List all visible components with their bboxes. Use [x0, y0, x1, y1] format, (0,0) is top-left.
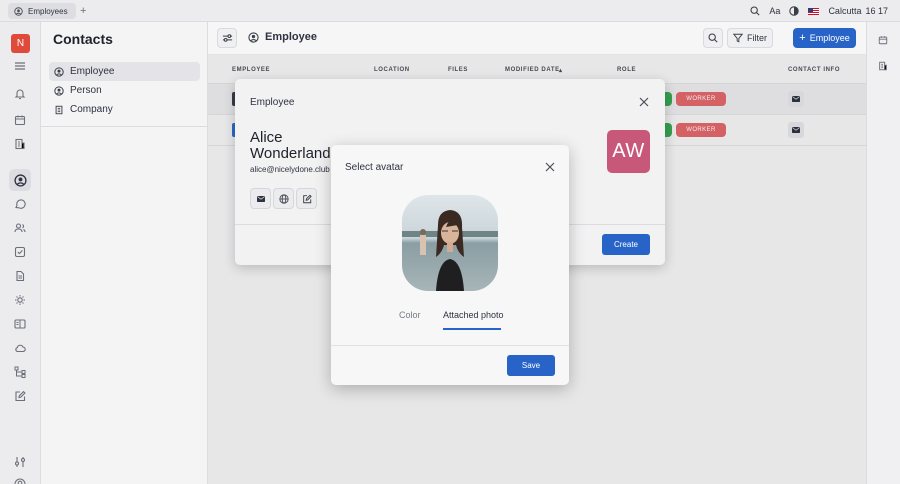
person-circle-icon [54, 66, 64, 77]
sliders-icon [222, 34, 232, 42]
theme-toggle-icon[interactable] [789, 6, 800, 16]
page-title: Employee [248, 31, 317, 43]
bulb-icon[interactable] [11, 291, 29, 309]
contact-actions [250, 188, 317, 209]
profile-icon[interactable] [11, 475, 29, 484]
search-button[interactable] [703, 28, 723, 48]
chat-icon[interactable] [11, 195, 29, 213]
search-icon[interactable] [750, 6, 760, 16]
globe-icon [278, 193, 289, 204]
search-icon [708, 33, 718, 43]
filter-button[interactable]: Filter [727, 28, 773, 48]
first-name-field[interactable]: Alice [250, 130, 340, 146]
view-options-button[interactable] [217, 28, 237, 48]
filter-label: Filter [747, 33, 767, 43]
office-icon[interactable] [11, 135, 29, 153]
close-icon[interactable] [545, 161, 555, 175]
close-icon[interactable] [639, 96, 649, 110]
nav-item-person[interactable]: Person [49, 81, 200, 100]
person-circle-icon [54, 85, 64, 96]
person-circle-icon [248, 31, 259, 43]
dialog-divider [331, 345, 569, 346]
calendar-icon[interactable] [11, 111, 29, 129]
person-circle-icon [14, 6, 23, 16]
active-tab-indicator [443, 328, 501, 330]
location-label: Calcutta [828, 6, 862, 16]
font-size-button[interactable]: Aa [769, 6, 780, 16]
dialog-title: Select avatar [345, 162, 404, 173]
nav-item-label: Company [70, 104, 113, 115]
select-avatar-dialog: Select avatar Color Attached photo Save [331, 145, 569, 385]
navigator-title: Contacts [53, 31, 113, 47]
right-rail [866, 22, 900, 484]
create-button[interactable]: Create [602, 234, 650, 255]
contacts-icon[interactable] [9, 169, 31, 191]
globe-button[interactable] [273, 188, 294, 209]
book-icon[interactable] [11, 315, 29, 333]
dialog-title: Employee [250, 97, 295, 108]
hierarchy-icon[interactable] [11, 363, 29, 381]
tab-label: Employees [28, 6, 68, 16]
app-rail: N [0, 22, 41, 484]
settings-sliders-icon[interactable] [11, 453, 29, 471]
mail-button[interactable] [250, 188, 271, 209]
edit-icon [302, 194, 312, 203]
last-name-field[interactable]: Wonderland [250, 146, 340, 162]
new-employee-label: Employee [809, 33, 850, 43]
navigator-divider [41, 126, 208, 127]
avatar-button[interactable]: AW [607, 130, 650, 173]
nav-item-label: Employee [70, 66, 115, 77]
office-icon[interactable] [878, 60, 888, 74]
email-field[interactable]: alice@nicelydone.club [250, 165, 330, 174]
building-icon [55, 105, 63, 114]
save-button[interactable]: Save [507, 355, 555, 376]
employee-name: Alice Wonderland [250, 130, 340, 162]
menu-icon[interactable] [11, 57, 29, 75]
plus-icon: + [799, 32, 806, 44]
cloud-icon[interactable] [11, 339, 29, 357]
new-tab-button[interactable]: + [80, 4, 86, 18]
us-flag-icon[interactable] [808, 7, 820, 15]
filter-icon [733, 33, 743, 43]
nav-item-company[interactable]: Company [49, 100, 200, 119]
avatar-photo[interactable] [402, 195, 498, 291]
nav-item-label: Person [70, 85, 102, 96]
mail-icon [256, 195, 265, 202]
top-tab-bar: Employees + Aa Calcutta 16 17 [0, 0, 900, 22]
document-icon[interactable] [11, 267, 29, 285]
time-label: 16 17 [865, 6, 888, 16]
page-title-label: Employee [265, 31, 317, 43]
tab-employees[interactable]: Employees [8, 3, 76, 19]
calendar-icon[interactable] [878, 34, 888, 48]
tab-color[interactable]: Color [399, 310, 421, 320]
contacts-navigator: Contacts Employee Person Company [41, 22, 208, 484]
main-header: Employee Filter + Employee [208, 22, 866, 55]
new-employee-button[interactable]: + Employee [793, 28, 856, 48]
bell-icon[interactable] [11, 85, 29, 103]
team-icon[interactable] [11, 219, 29, 237]
tab-attached-photo[interactable]: Attached photo [443, 310, 504, 320]
edit-icon[interactable] [11, 387, 29, 405]
workspace-logo[interactable]: N [11, 34, 30, 53]
nav-item-employee[interactable]: Employee [49, 62, 200, 81]
tasks-icon[interactable] [11, 243, 29, 261]
edit-button[interactable] [296, 188, 317, 209]
